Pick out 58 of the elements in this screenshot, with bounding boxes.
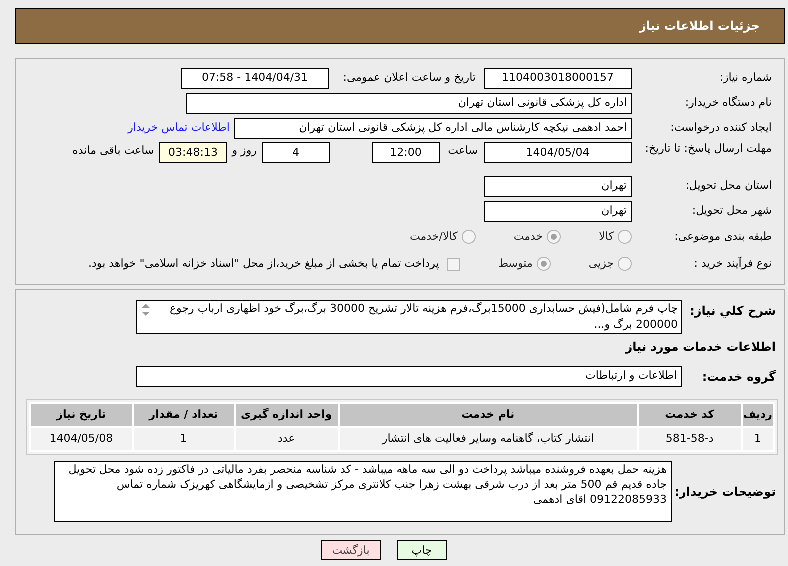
checkbox-label: پرداخت تمام یا بخشی از مبلغ خرید،از محل "اسناد خزانه اسلامی" خواهد بود. — [88, 256, 440, 272]
buyer-contact-link[interactable]: اطلاعات تماس خریدار — [128, 120, 230, 136]
text-field[interactable]: 1404/05/04 — [484, 142, 632, 163]
field-label: شماره نیاز: — [718, 70, 772, 86]
radio-button[interactable] — [618, 257, 632, 271]
field-label: شرح کلي نياز: — [689, 303, 777, 320]
print-button[interactable]: چاپ — [397, 540, 447, 560]
field-label: استان محل تحویل: — [684, 178, 772, 194]
table-cell: د-58-581 — [638, 427, 742, 451]
column-header: تاریخ نیاز — [30, 403, 133, 427]
table-cell: عدد — [234, 427, 339, 451]
field-label: گروه خدمت: — [701, 368, 777, 386]
scroll-arrows-icon[interactable] — [141, 303, 151, 317]
text-field[interactable]: 1104003018000157 — [484, 68, 632, 88]
back-button[interactable]: بازگشت — [321, 540, 381, 560]
radio-button[interactable] — [462, 230, 476, 244]
column-header: واحد اندازه گیری — [234, 403, 339, 427]
countdown-field[interactable]: 03:48:13 — [159, 142, 228, 163]
radio-label: کالا — [599, 228, 614, 245]
radio-label: جزیی — [588, 256, 614, 272]
radio-button[interactable] — [547, 230, 562, 244]
field-label: نام دستگاه خریدار: — [684, 94, 772, 111]
description-textarea[interactable]: چاپ فرم شامل(فیش حسابداری 15000برگ،فرم هزینه تالار تشریح 30000 برگ،برگ خود اظهاری ارباب رجوع 200000 برگ و... — [136, 300, 682, 334]
table-cell: انتشار کتاب، گاهنامه وسایر فعالیت های انتشار — [338, 427, 638, 451]
text-field[interactable]: 1404/04/31 - 07:58 — [181, 68, 329, 88]
field-label: تاریخ و ساعت اعلان عمومی: — [342, 70, 477, 86]
radio-label: متوسط — [498, 256, 533, 272]
field-label: مهلت ارسال پاسخ: تا تاریخ: — [644, 142, 772, 155]
column-header: ردیف — [742, 403, 774, 427]
column-header: تعداد / مقدار — [132, 403, 235, 427]
radio-button[interactable] — [618, 230, 632, 244]
table-cell: 1 — [742, 427, 774, 451]
text-field[interactable]: احمد ادهمی نیکچه کارشناس مالی اداره کل پزشکی قانونی استان تهران — [234, 118, 632, 138]
field-label: ساعت باقی مانده — [72, 144, 154, 157]
table-cell: 1 — [132, 427, 235, 451]
column-header: کد خدمت — [638, 403, 742, 427]
field-label: شهر محل تحویل: — [691, 202, 772, 219]
field-label: طبقه بندی موضوعی: — [674, 228, 772, 245]
field-label: روز و — [232, 144, 257, 157]
radio-label: کالا/خدمت — [410, 228, 458, 245]
field-label: توضیحات خریدار: — [674, 484, 777, 500]
field-label: ایجاد کننده درخواست: — [670, 120, 772, 136]
text-field[interactable]: 4 — [262, 142, 330, 163]
field-label: ساعت — [447, 144, 478, 157]
radio-label: خدمت — [514, 228, 544, 245]
page-title: جزئیات اطلاعات نیاز — [639, 18, 760, 35]
column-header: نام خدمت — [338, 403, 638, 427]
radio-button[interactable] — [536, 257, 551, 271]
section-heading: اطلاعات خدمات مورد نیاز — [624, 339, 777, 356]
notes-textarea[interactable]: هزینه حمل بعهده فروشنده میباشد پرداخت دو الی سه ماهه میباشد - کد شناسه منحصر بفرد مالیاتی در فاکتور زده شود محل تحویل جاده قدیم قم 500 متر بعد از درب شرقی بهشت زهرا جنب کلانتری مرکز تشخیصی و ازمایشگاهی کهریزک شماره تماس 09122085933 اقای ادهمی — [54, 461, 672, 522]
text-field[interactable]: 12:00 — [372, 142, 440, 163]
text-field[interactable]: اداره کل پزشکی قانونی استان تهران — [186, 92, 632, 114]
checkbox[interactable] — [447, 258, 460, 270]
field-label: نوع فرآیند خرید : — [693, 256, 772, 272]
text-field[interactable]: تهران — [484, 176, 632, 196]
text-field[interactable]: تهران — [484, 200, 632, 222]
text-field[interactable]: اطلاعات و ارتباطات — [136, 366, 682, 387]
table-cell: 1404/05/08 — [30, 427, 133, 451]
